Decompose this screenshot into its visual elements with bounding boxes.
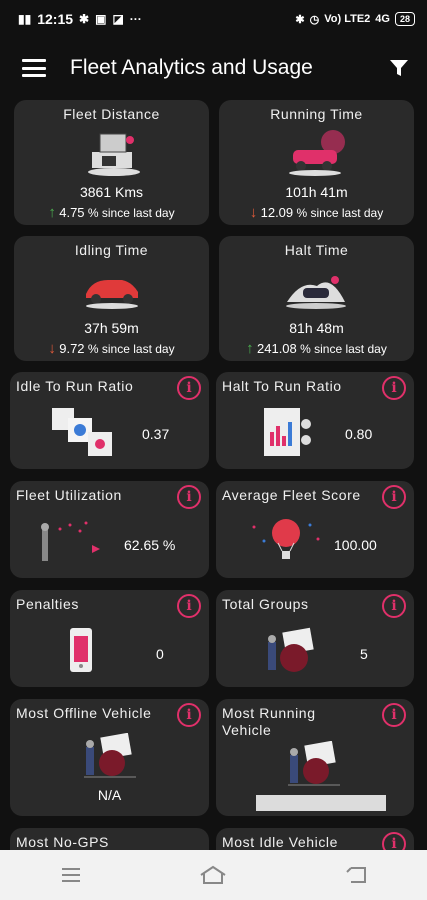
card-title: Total Groups (222, 596, 309, 612)
battery-icon: 28 (394, 12, 415, 26)
info-icon[interactable]: i (382, 703, 406, 727)
trend-label: % since last day (87, 206, 175, 220)
redacted-value (256, 795, 386, 811)
fleet-utilization-card[interactable]: Fleet Utilization i 62.65 % (10, 481, 209, 578)
car-illustration (86, 280, 138, 309)
trend-percent: 9.72 (59, 341, 85, 356)
card-value: N/A (97, 787, 122, 803)
card-trend: ↓ 12.09 % since last day (219, 204, 414, 221)
trend-label: % since last day (300, 342, 387, 356)
average-fleet-score-card[interactable]: Average Fleet Score i 100.00 (216, 481, 414, 578)
menu-icon[interactable] (22, 59, 46, 77)
status-time: 12:15 (37, 11, 74, 27)
penalties-card[interactable]: Penalties i 0 (10, 590, 209, 687)
card-value: 100.00 (334, 537, 377, 553)
idling-time-card[interactable]: Idling Time 37h 59m ↓ 9.72 % since last … (14, 236, 209, 361)
running-time-card[interactable]: Running Time 101h 41m ↓ 12.09 % since la… (219, 100, 414, 225)
halt-time-card[interactable]: Halt Time 81h 48m ↑ 241.08 % since last … (219, 236, 414, 361)
card-title: Average Fleet Score (222, 487, 361, 503)
arrow-down-icon: ↓ (249, 204, 258, 221)
info-icon[interactable]: i (382, 485, 406, 509)
system-navigation-bar (0, 850, 427, 900)
trend-label: % since last day (296, 206, 384, 220)
card-title: Most No-GPS (16, 834, 109, 850)
desk-illustration (88, 133, 140, 176)
chat-icon: ◪ (112, 12, 124, 26)
utilization-illustration (41, 521, 100, 561)
app-bar: Fleet Analytics and Usage (0, 40, 427, 96)
info-icon[interactable]: i (177, 376, 201, 400)
page-title: Fleet Analytics and Usage (70, 56, 313, 79)
idle-to-run-ratio-card[interactable]: Idle To Run Ratio i 0.37 (10, 372, 209, 469)
card-title: Fleet Distance (63, 106, 160, 122)
trend-label: % since last day (87, 342, 175, 356)
back-icon[interactable] (336, 860, 376, 890)
trend-percent: 4.75 (59, 205, 85, 220)
card-value: 5 (360, 646, 368, 662)
bluetooth-icon: ✱ (295, 13, 305, 26)
card-title: Idle To Run Ratio (16, 378, 134, 394)
card-value: 0.37 (142, 426, 170, 442)
card-trend: ↑ 241.08 % since last day (219, 340, 414, 357)
arrow-up-icon: ↑ (246, 340, 254, 357)
charts-illustration (52, 408, 112, 456)
alarm-icon: ◷ (309, 13, 320, 26)
card-title: Most Running Vehicle (222, 705, 316, 738)
card-value: 62.65 % (124, 537, 176, 553)
halt-illustration (286, 276, 346, 309)
card-title: Most Idle Vehicle (222, 834, 339, 850)
total-groups-card[interactable]: Total Groups i 5 (216, 590, 414, 687)
card-value: 0 (156, 646, 164, 662)
info-icon[interactable]: i (382, 594, 406, 618)
trend-percent: 241.08 (257, 341, 297, 356)
card-value: 3861 Kms (79, 184, 144, 200)
wifi-icon: ✱ (79, 12, 90, 26)
card-trend: ↓ 9.72 % since last day (14, 340, 209, 357)
report-illustration (264, 408, 311, 456)
card-value: 101h 41m (285, 184, 348, 200)
card-title: Fleet Utilization (16, 487, 122, 503)
card-trend: ↑ 4.75 % since last day (14, 204, 209, 221)
trend-percent: 12.09 (260, 205, 294, 220)
balloon-illustration (252, 519, 320, 559)
filter-icon[interactable] (389, 58, 409, 78)
card-title: Running Time (270, 106, 363, 122)
info-icon[interactable]: i (177, 594, 201, 618)
volte-label: Vo) LTE2 (324, 13, 371, 25)
card-title: Idling Time (74, 242, 149, 258)
network-label: 4G (375, 13, 390, 25)
app-notification-icon: ▣ (95, 12, 107, 26)
card-value: 81h 48m (289, 320, 344, 336)
card-title: Halt To Run Ratio (222, 378, 342, 394)
phone-penalty-illustration (70, 628, 92, 672)
info-icon[interactable]: i (177, 485, 201, 509)
signal-icon: ▮▮ (18, 12, 32, 26)
most-offline-vehicle-card[interactable]: Most Offline Vehicle i N/A (10, 699, 209, 816)
car-trees-illustration (289, 130, 345, 176)
info-icon[interactable]: i (177, 703, 201, 727)
globe-illustration (84, 733, 136, 778)
info-icon[interactable]: i (382, 376, 406, 400)
card-title: Halt Time (284, 242, 349, 258)
recent-apps-icon[interactable] (51, 860, 91, 890)
card-title: Most Offline Vehicle (16, 705, 152, 721)
card-title: Penalties (16, 596, 79, 612)
globe-illustration (288, 741, 340, 786)
arrow-down-icon: ↓ (48, 340, 56, 357)
home-icon[interactable] (193, 860, 233, 890)
halt-to-run-ratio-card[interactable]: Halt To Run Ratio i 0.80 (216, 372, 414, 469)
globe-illustration (268, 627, 314, 672)
most-running-vehicle-card[interactable]: Most Running Vehicle i (216, 699, 414, 816)
arrow-up-icon: ↑ (48, 204, 56, 221)
card-value: 37h 59m (84, 320, 139, 336)
fleet-distance-card[interactable]: Fleet Distance 3861 Kms ↑ 4.75 % since l… (14, 100, 209, 225)
more-icon: ··· (129, 12, 142, 26)
card-value: 0.80 (345, 426, 373, 442)
status-bar: ▮▮ 12:15 ✱ ▣ ◪ ··· ✱ ◷ Vo) LTE2 4G 28 (0, 0, 427, 38)
